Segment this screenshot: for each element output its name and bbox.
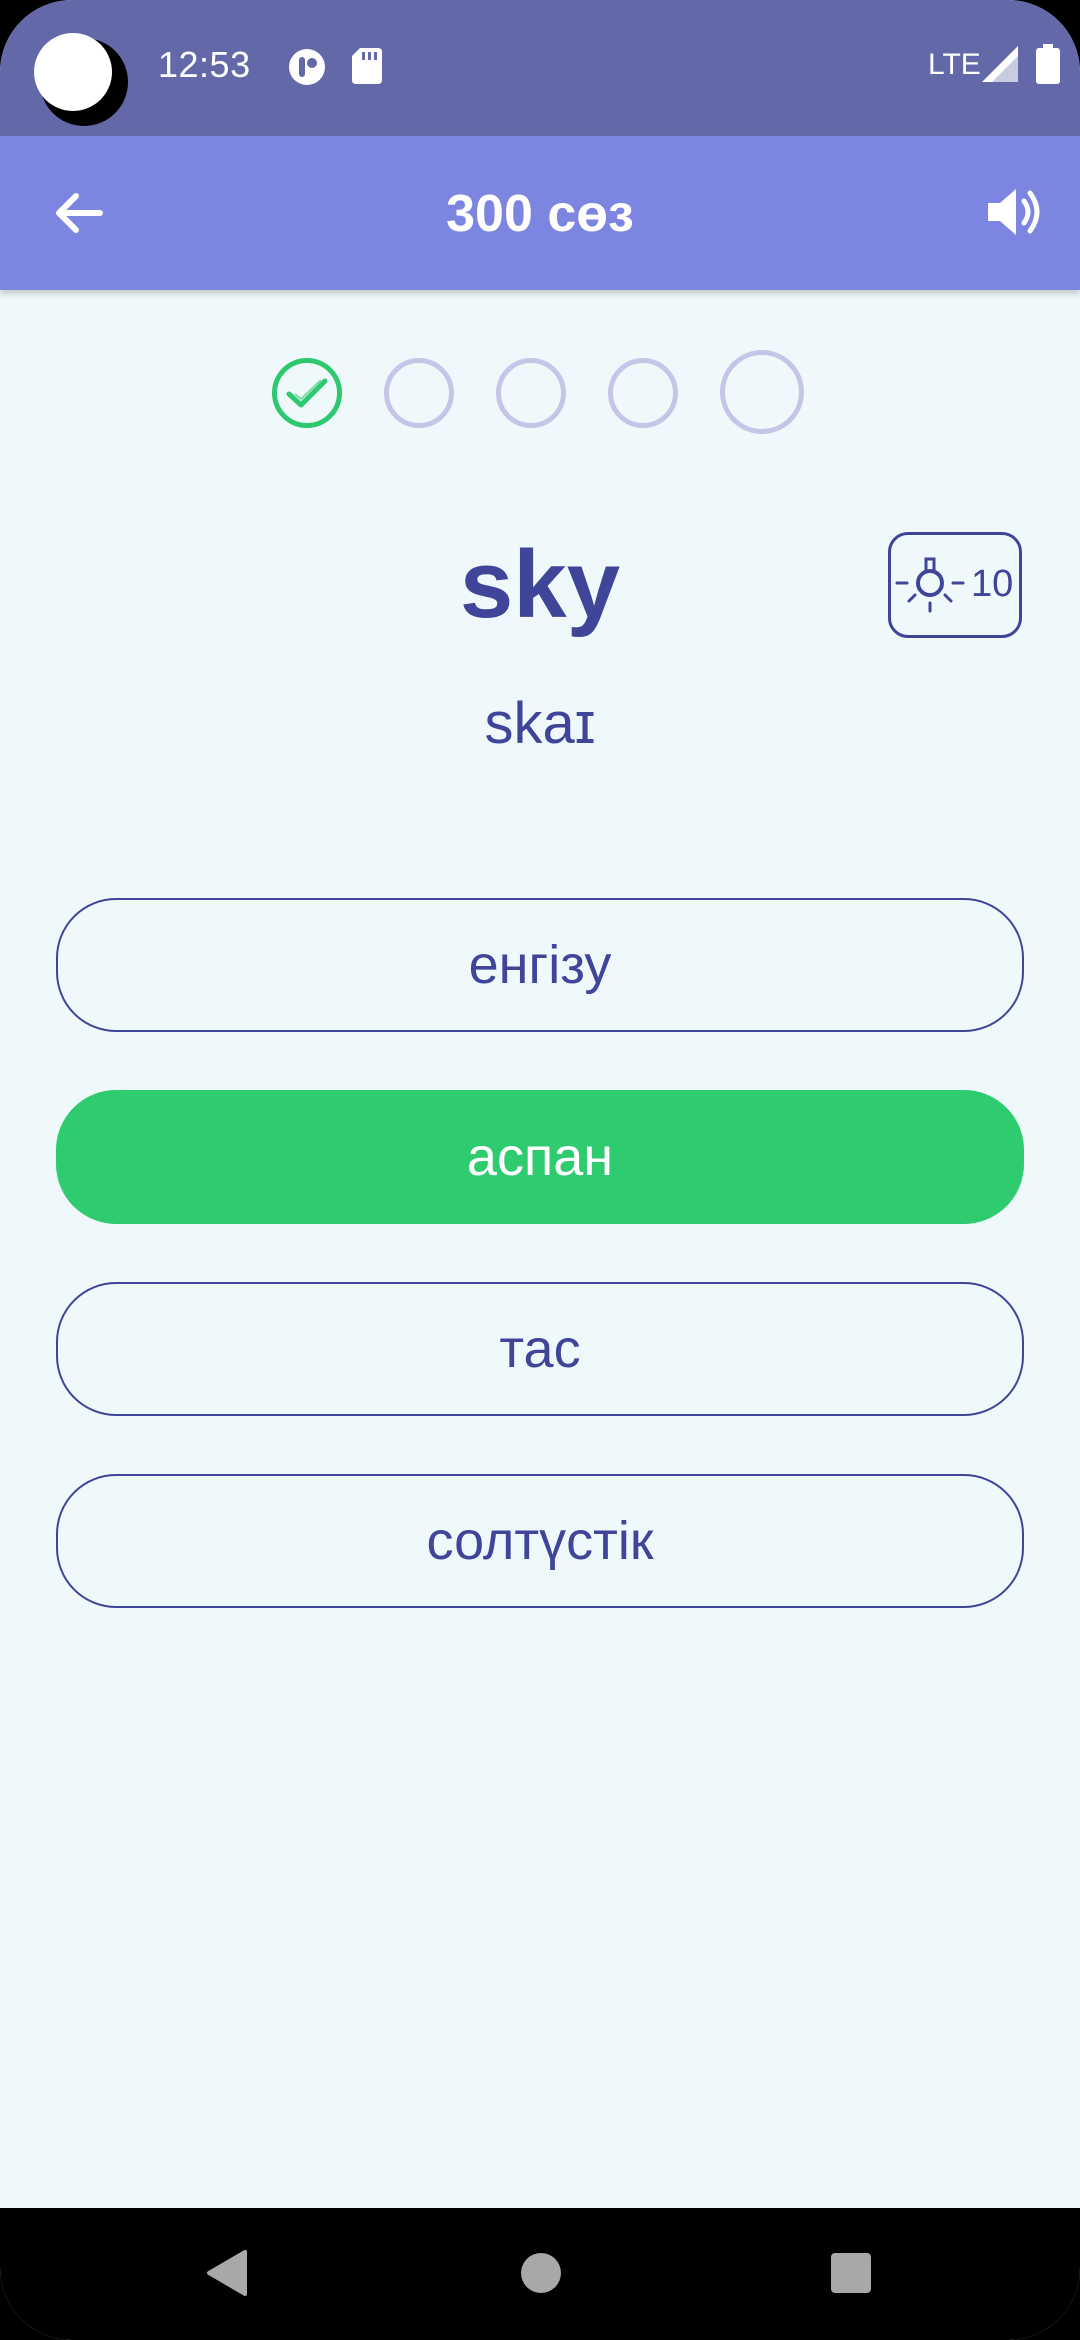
sound-button[interactable]: [978, 176, 1050, 248]
app-title: 300 сөз: [446, 185, 634, 243]
progress-step-4: [608, 358, 678, 428]
signal-icon: [982, 46, 1018, 87]
nav-back-button[interactable]: [192, 2238, 262, 2308]
check-icon: [286, 378, 328, 408]
system-nav-bar: [0, 2208, 1080, 2340]
lightbulb-icon: [895, 557, 965, 613]
progress-step-2: [384, 358, 454, 428]
answer-option-1[interactable]: енгізу: [56, 898, 1024, 1032]
camera-cutout: [34, 33, 112, 111]
screen: 12:53 LTE 300 сөз sky 10 skaɪ енгізу асп…: [0, 0, 1080, 2340]
app-notification-icon: [288, 48, 326, 91]
nav-home-button[interactable]: [506, 2238, 576, 2308]
progress-step-5: [720, 350, 804, 434]
hint-count: 10: [971, 563, 1014, 605]
recents-square-icon: [831, 2253, 871, 2293]
home-circle-icon: [521, 2253, 561, 2293]
progress-step-3: [496, 358, 566, 428]
answer-option-4[interactable]: солтүстік: [56, 1474, 1024, 1608]
back-triangle-icon: [207, 2250, 247, 2296]
answer-option-3[interactable]: тас: [56, 1282, 1024, 1416]
battery-icon: [1036, 44, 1060, 89]
status-bar: 12:53 LTE: [0, 0, 1080, 136]
app-bar: 300 сөз: [0, 136, 1080, 290]
network-type: LTE: [928, 48, 981, 81]
answer-option-2-correct[interactable]: аспан: [56, 1090, 1024, 1224]
nav-recents-button[interactable]: [816, 2238, 886, 2308]
speaker-icon: [988, 189, 1040, 235]
progress-step-1: [272, 358, 342, 428]
transcription: skaɪ: [484, 691, 596, 756]
status-time: 12:53: [158, 44, 251, 85]
sd-card-icon: [352, 48, 382, 89]
hint-button[interactable]: 10: [888, 532, 1022, 638]
